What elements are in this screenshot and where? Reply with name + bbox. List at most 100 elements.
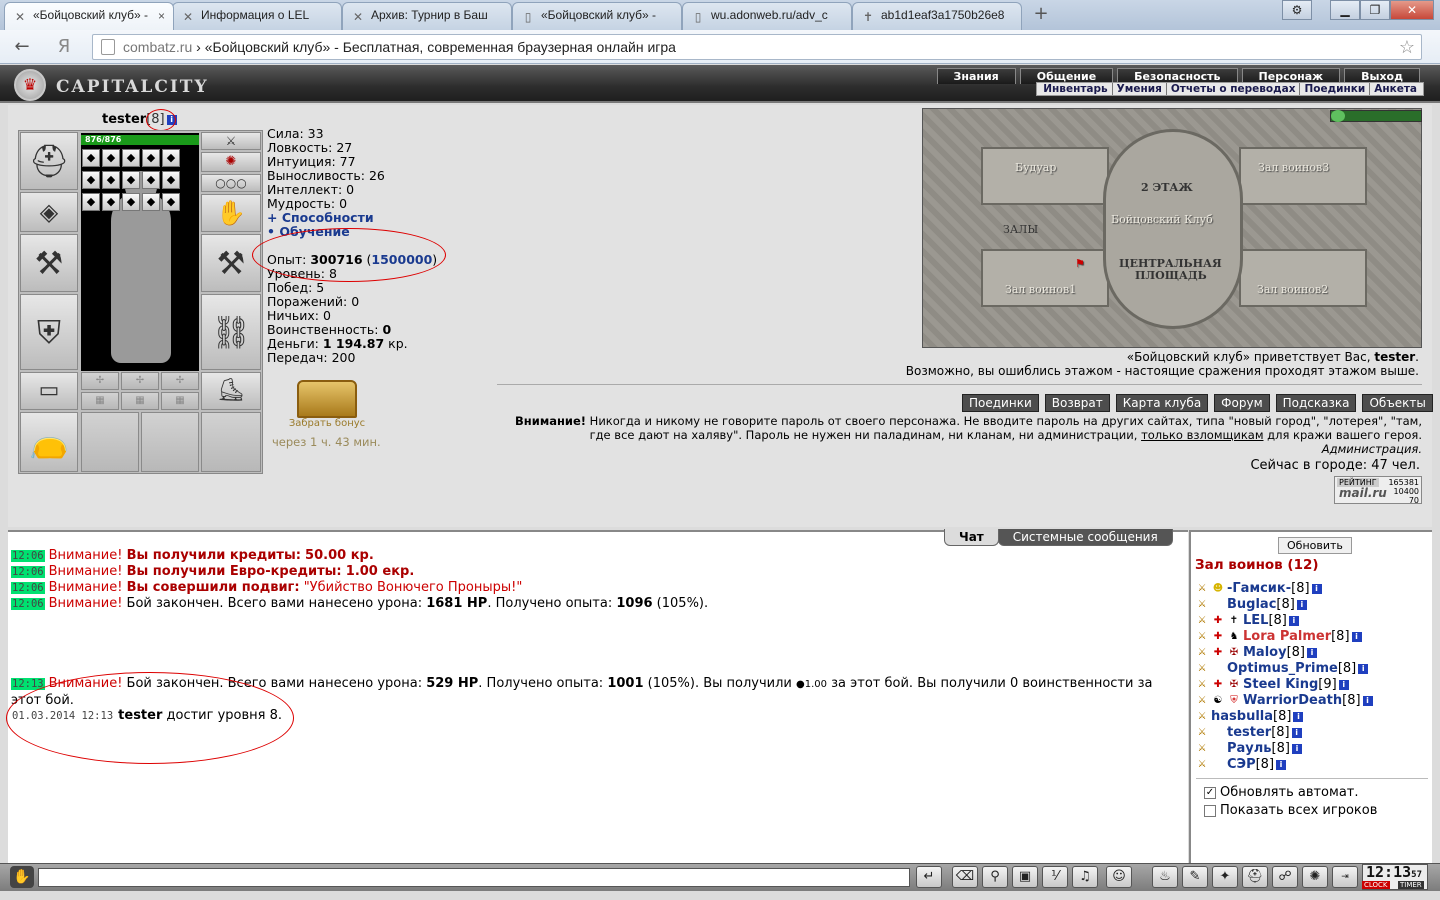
info-icon[interactable]: i <box>1291 743 1302 754</box>
fight-icon[interactable]: ⚔ <box>1195 711 1209 723</box>
gloves-slot[interactable]: ✋ <box>201 194 261 232</box>
send-icon[interactable]: ↵ <box>916 866 942 888</box>
info-icon[interactable]: i <box>1307 647 1317 658</box>
player-name[interactable]: Maloy <box>1243 645 1287 660</box>
submenu-skills[interactable]: Умения <box>1111 83 1166 95</box>
player-name[interactable]: Lora Palmer <box>1243 629 1331 644</box>
player-name[interactable]: СЭР <box>1227 757 1256 772</box>
legs-slot[interactable]: ⛓ <box>201 294 261 370</box>
bag-slot[interactable]: 👝 <box>20 412 78 472</box>
player-name[interactable]: -Гамсик- <box>1227 581 1291 596</box>
earring-slot[interactable]: ✺ <box>201 152 261 172</box>
warning-link[interactable]: только взломщикам <box>1141 428 1263 442</box>
browser-tab[interactable]: ✕ «Бойцовский клуб» - × <box>4 2 174 30</box>
filter-icon[interactable]: ⚲ <box>982 866 1008 888</box>
fight-icon[interactable]: ⚔ <box>1195 695 1209 707</box>
club-map-button[interactable]: Карта клуба <box>1115 394 1209 412</box>
close-tab-icon[interactable]: × <box>158 9 165 23</box>
yandex-icon[interactable]: Я <box>52 36 76 58</box>
submenu-profile[interactable]: Анкета <box>1369 83 1421 95</box>
item-mini-slot[interactable]: ◆ <box>162 193 180 211</box>
duels-button[interactable]: Поединки <box>962 394 1039 412</box>
minimize-button[interactable]: ▁ <box>1330 0 1360 20</box>
settings-icon[interactable]: ⚙ <box>1282 0 1312 20</box>
message-timestamp[interactable]: 12:06 <box>11 566 45 578</box>
message-player[interactable]: tester <box>118 708 162 723</box>
bug-icon[interactable]: ✺ <box>1302 866 1328 888</box>
smiley-icon[interactable]: ☺ <box>1106 866 1132 888</box>
map-room-hall2[interactable] <box>1239 249 1367 307</box>
item-mini-slot[interactable]: ◆ <box>142 193 160 211</box>
player-name[interactable]: hasbulla <box>1211 709 1273 724</box>
map-label-halls[interactable]: ЗАЛЫ <box>1003 223 1038 236</box>
info-icon[interactable]: i <box>1296 599 1307 610</box>
forum-button[interactable]: Форум <box>1214 394 1270 412</box>
player-name[interactable]: Optimus_Prime <box>1227 661 1338 676</box>
checkbox-checked-icon[interactable]: ✓ <box>1204 786 1216 799</box>
item-mini-slot[interactable]: ◆ <box>162 149 180 167</box>
helmet-slot[interactable]: ⛑ <box>20 132 78 190</box>
empty-slot[interactable]: ▦ <box>161 392 199 410</box>
fight-icon[interactable]: ⚔ <box>1195 679 1209 691</box>
item-mini-slot[interactable]: ◆ <box>82 171 100 189</box>
show-all-checkbox[interactable]: Показать всех игроков <box>1204 803 1377 818</box>
exit-icon[interactable]: ⇥ <box>1332 866 1358 888</box>
mailru-counter[interactable]: РЕЙТИНГ 165381 10400 70 mail.ru <box>1334 476 1422 505</box>
return-button[interactable]: Возврат <box>1044 394 1110 412</box>
browser-tab[interactable]: ✕ Информация о LEL <box>172 2 342 30</box>
armor-slot[interactable]: ⛨ <box>20 294 78 370</box>
clan-icon[interactable]: ✦ <box>1212 866 1238 888</box>
sound-icon[interactable]: ♫ <box>1072 866 1098 888</box>
bookmark-star-icon[interactable]: ☆ <box>1399 35 1415 59</box>
empty-slot[interactable] <box>201 412 261 472</box>
weapon-slot-right[interactable]: ⚒ <box>201 234 261 292</box>
scroll-icon[interactable]: ✎ <box>1182 866 1208 888</box>
amulet-slot[interactable]: ⚔ <box>201 132 261 150</box>
map-room-boudoir[interactable] <box>981 147 1109 205</box>
item-mini-slot[interactable]: ◆ <box>142 171 160 189</box>
message-timestamp[interactable]: 12:13 <box>11 678 45 690</box>
item-mini-slot[interactable]: ◆ <box>102 171 120 189</box>
message-timestamp[interactable]: 12:06 <box>11 550 45 562</box>
item-mini-slot[interactable]: ◆ <box>102 149 120 167</box>
objects-button[interactable]: Объекты <box>1362 394 1433 412</box>
map-room-hall1[interactable] <box>981 249 1109 307</box>
message-timestamp[interactable]: 12:06 <box>11 582 45 594</box>
map-label-square-2[interactable]: ПЛОЩАДЬ <box>1135 269 1207 282</box>
rings-slot[interactable]: ○○○ <box>201 174 261 192</box>
empty-slot[interactable]: ✢ <box>81 372 119 390</box>
refresh-button[interactable]: Обновить <box>1278 537 1352 554</box>
info-icon[interactable]: i <box>1362 695 1373 706</box>
submenu-duels[interactable]: Поединки <box>1299 83 1369 95</box>
empty-slot[interactable] <box>81 412 139 472</box>
save-icon[interactable]: ▣ <box>1012 866 1038 888</box>
info-icon[interactable]: i <box>1338 679 1349 690</box>
bonus-button[interactable]: Забрать бонус <box>282 380 372 430</box>
item-mini-slot[interactable]: ◆ <box>82 193 100 211</box>
player-name[interactable]: Buglac <box>1227 597 1276 612</box>
fight-icon[interactable]: ⚔ <box>1195 615 1209 627</box>
eraser-icon[interactable]: ⌫ <box>952 866 978 888</box>
player-name[interactable]: Steel King <box>1243 677 1318 692</box>
friends-icon[interactable]: ☍ <box>1272 866 1298 888</box>
empty-slot[interactable]: ✢ <box>121 372 159 390</box>
back-arrow-icon[interactable]: ← <box>10 36 34 58</box>
fight-icon[interactable]: ⚔ <box>1195 663 1209 675</box>
translit-icon[interactable]: ⅟ <box>1042 866 1068 888</box>
browser-tab[interactable]: ✝ ab1d1eaf3a1750b26e8 <box>852 2 1022 30</box>
tab-system-messages[interactable]: Системные сообщения <box>997 529 1173 546</box>
item-mini-slot[interactable]: ◆ <box>142 149 160 167</box>
item-mini-slot[interactable]: ◆ <box>122 193 140 211</box>
info-icon[interactable]: i <box>1293 711 1304 722</box>
fight-icon[interactable]: ⚔ <box>1195 743 1209 755</box>
map-label-club[interactable]: Бойцовский Клуб <box>1111 213 1213 226</box>
item-mini-slot[interactable]: ◆ <box>122 149 140 167</box>
item-mini-slot[interactable]: ◆ <box>122 171 140 189</box>
player-name[interactable]: tester <box>1227 725 1271 740</box>
fight-icon[interactable]: ⚔ <box>1195 727 1209 739</box>
url-input[interactable]: combatz.ru › «Бойцовский клуб» - Бесплат… <box>92 34 1422 60</box>
checkbox-icon[interactable] <box>1204 804 1216 817</box>
abilities-link[interactable]: + Способности <box>267 210 374 225</box>
fight-icon[interactable]: ⚔ <box>1195 759 1209 771</box>
browser-tab[interactable]: ✕ Архив: Турнир в Баш <box>342 2 512 30</box>
